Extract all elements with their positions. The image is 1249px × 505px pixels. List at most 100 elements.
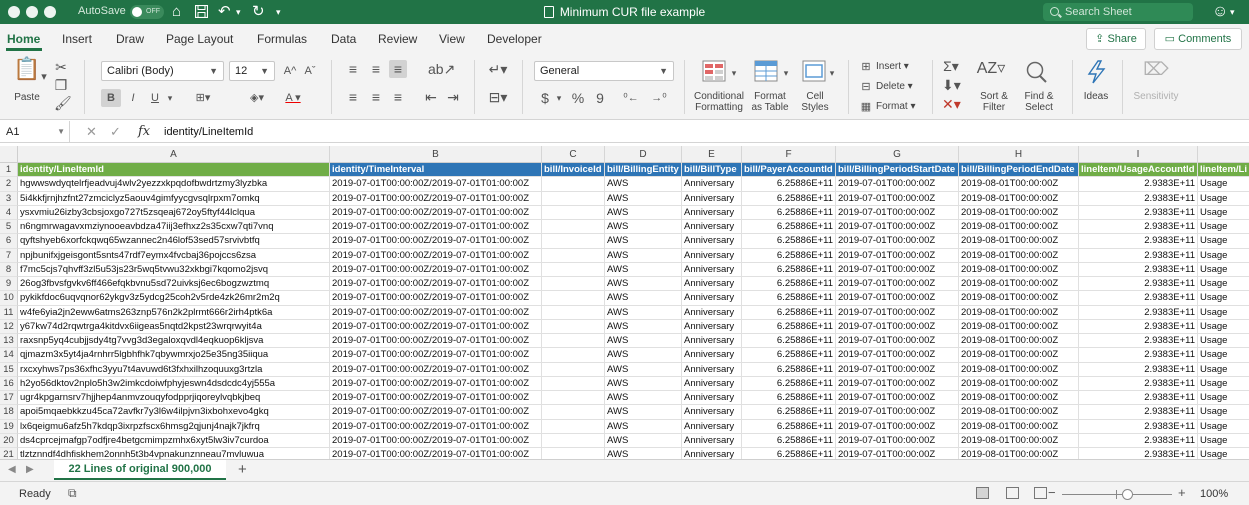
table-cell[interactable]: 6.25886E+11 [742,319,836,334]
header-cell[interactable]: identity/LineItemId [18,163,330,178]
table-cell[interactable]: AWS [605,391,682,406]
table-cell[interactable]: 2019-08-01T00:00:00Z [959,234,1079,249]
table-cell[interactable]: 6.25886E+11 [742,362,836,377]
table-cell[interactable]: 2.9383E+11 [1079,319,1198,334]
table-cell[interactable]: 2019-08-01T00:00:00Z [959,391,1079,406]
sheet-tab-active[interactable]: 22 Lines of original 900,000 [54,460,226,480]
find-select-icon[interactable] [1024,60,1050,84]
table-cell[interactable]: AWS [605,348,682,363]
table-cell[interactable]: AWS [605,433,682,448]
font-color-icon[interactable]: A ▾ [280,89,306,107]
underline-dropdown-icon[interactable]: ▾ [165,89,175,107]
table-cell[interactable] [542,262,605,277]
table-cell[interactable]: Usage [1198,291,1249,306]
smiley-icon[interactable]: ☺ [1212,2,1228,22]
table-cell[interactable]: 2019-08-01T00:00:00Z [959,177,1079,192]
zoom-in-icon[interactable]: + [1178,485,1186,500]
decrease-font-icon[interactable]: Aˇ [303,62,317,80]
table-cell[interactable]: 2019-07-01T00:00:00Z/2019-07-01T01:00:00… [330,234,542,249]
save-icon[interactable] [194,2,209,24]
table-cell[interactable]: AWS [605,405,682,420]
table-cell[interactable]: AWS [605,291,682,306]
row-header[interactable]: 4 [0,205,18,220]
table-cell[interactable] [542,376,605,391]
table-cell[interactable]: h2yo56dktov2nplo5h3w2imkcdoiwfphyjeswn4d… [18,376,330,391]
table-cell[interactable]: 2019-07-01T00:00:00Z/2019-07-01T01:00:00… [330,177,542,192]
table-cell[interactable] [542,248,605,263]
table-cell[interactable]: 2.9383E+11 [1079,248,1198,263]
header-cell[interactable]: bill/BillType [682,163,742,178]
table-cell[interactable]: ds4cprcejmafgp7odfjre4betgcmimpzmhx6xyt5… [18,433,330,448]
table-cell[interactable]: 2019-08-01T00:00:00Z [959,291,1079,306]
table-cell[interactable]: 2019-07-01T00:00:00Z/2019-07-01T01:00:00… [330,362,542,377]
align-middle-icon[interactable]: ≡ [367,60,385,78]
table-cell[interactable]: 2.9383E+11 [1079,348,1198,363]
align-right-icon[interactable]: ≡ [389,88,407,106]
table-cell[interactable]: Usage [1198,363,1249,377]
table-cell[interactable]: 2019-07-01T00:00:00Z [836,205,959,220]
table-cell[interactable]: 2019-07-01T00:00:00Z/2019-07-01T01:00:00… [330,305,542,320]
table-cell[interactable]: 2019-07-01T00:00:00Z [836,405,959,420]
table-cell[interactable]: AWS [605,448,682,459]
comments-button[interactable]: ▭ Comments [1154,28,1242,50]
table-cell[interactable]: 2019-07-01T00:00:00Z/2019-07-01T01:00:00… [330,419,542,434]
table-cell[interactable]: AWS [605,177,682,192]
table-cell[interactable]: 2019-07-01T00:00:00Z/2019-07-01T01:00:00… [330,433,542,448]
clear-icon[interactable]: ✕▾ [942,95,961,113]
table-cell[interactable]: 2019-07-01T00:00:00Z [836,319,959,334]
align-left-icon[interactable]: ≡ [344,88,362,106]
table-cell[interactable]: Anniversary [682,362,742,377]
column-header[interactable]: D [605,146,682,163]
table-cell[interactable]: 2019-07-01T00:00:00Z [836,391,959,406]
table-cell[interactable] [542,348,605,363]
next-sheet-icon[interactable]: ▶ [26,464,34,475]
table-cell[interactable]: Anniversary [682,234,742,249]
table-cell[interactable]: 2019-07-01T00:00:00Z [836,262,959,277]
paste-dropdown-icon[interactable]: ▾ [40,68,48,86]
redo-icon[interactable]: ↻ [252,2,265,22]
table-cell[interactable]: rxcxyhws7ps36xfhc3yyu7t4avuwd6t3fxhxilhz… [18,362,330,377]
table-cell[interactable]: 2.9383E+11 [1079,220,1198,235]
row-header[interactable]: 16 [0,376,18,391]
home-icon[interactable]: ⌂ [172,2,181,22]
table-cell[interactable]: y67kw74d2rqwtrga4kitdvx6iigeas5nqtd2kpst… [18,319,330,334]
table-cell[interactable]: apoi5mqaebkkzu45ca72avfkr7y3l6w4ilpjvn3i… [18,405,330,420]
row-header[interactable]: 11 [0,305,18,320]
zoom-slider-knob[interactable] [1122,489,1133,500]
zoom-out-icon[interactable]: − [1048,485,1056,500]
row-header[interactable]: 3 [0,191,18,206]
sort-filter-icon[interactable]: AZ▿ [976,60,1006,78]
paste-label[interactable]: Paste [10,92,44,103]
table-cell[interactable]: 2.9383E+11 [1079,433,1198,448]
table-cell[interactable]: 6.25886E+11 [742,205,836,220]
macro-record-icon[interactable]: ⧉ [68,486,77,501]
normal-view-icon[interactable] [976,487,989,499]
table-cell[interactable]: 2.9383E+11 [1079,376,1198,391]
tab-review[interactable]: Review [378,32,417,46]
table-cell[interactable]: 2019-07-01T00:00:00Z/2019-07-01T01:00:00… [330,277,542,292]
fill-color-icon[interactable]: ◈▾ [244,89,270,107]
font-size-select[interactable]: 12 ▼ [229,61,275,81]
increase-indent-icon[interactable]: ⇥ [444,88,462,106]
table-cell[interactable]: Anniversary [682,376,742,391]
italic-button[interactable]: I [125,89,141,107]
table-cell[interactable]: 2019-07-01T00:00:00Z/2019-07-01T01:00:00… [330,262,542,277]
table-cell[interactable]: ysxvmiu26izby3cbsjoxgo727t5zsqeaj672oy5f… [18,205,330,220]
header-cell[interactable]: bill/BillingPeriodEndDate [959,163,1079,178]
table-cell[interactable]: Usage [1198,263,1249,277]
table-cell[interactable]: 6.25886E+11 [742,277,836,292]
table-cell[interactable]: Usage [1198,391,1249,406]
table-cell[interactable]: 2019-07-01T00:00:00Z/2019-07-01T01:00:00… [330,376,542,391]
table-cell[interactable]: pykikfdoc6uqvqnor62ykgv3z5ydcg25coh2v5rd… [18,291,330,306]
table-cell[interactable]: 2019-07-01T00:00:00Z [836,348,959,363]
table-cell[interactable]: 2019-08-01T00:00:00Z [959,277,1079,292]
table-cell[interactable]: 6.25886E+11 [742,419,836,434]
customize-toolbar-icon[interactable]: ▾ [276,2,281,22]
header-cell[interactable]: lineItem/Li [1198,163,1249,178]
table-cell[interactable]: 2019-08-01T00:00:00Z [959,334,1079,349]
table-cell[interactable]: Usage [1198,377,1249,391]
table-cell[interactable]: Anniversary [682,391,742,406]
table-cell[interactable]: Usage [1198,420,1249,434]
number-format-select[interactable]: General ▼ [534,61,674,81]
table-cell[interactable]: 2019-07-01T00:00:00Z/2019-07-01T01:00:00… [330,448,542,459]
